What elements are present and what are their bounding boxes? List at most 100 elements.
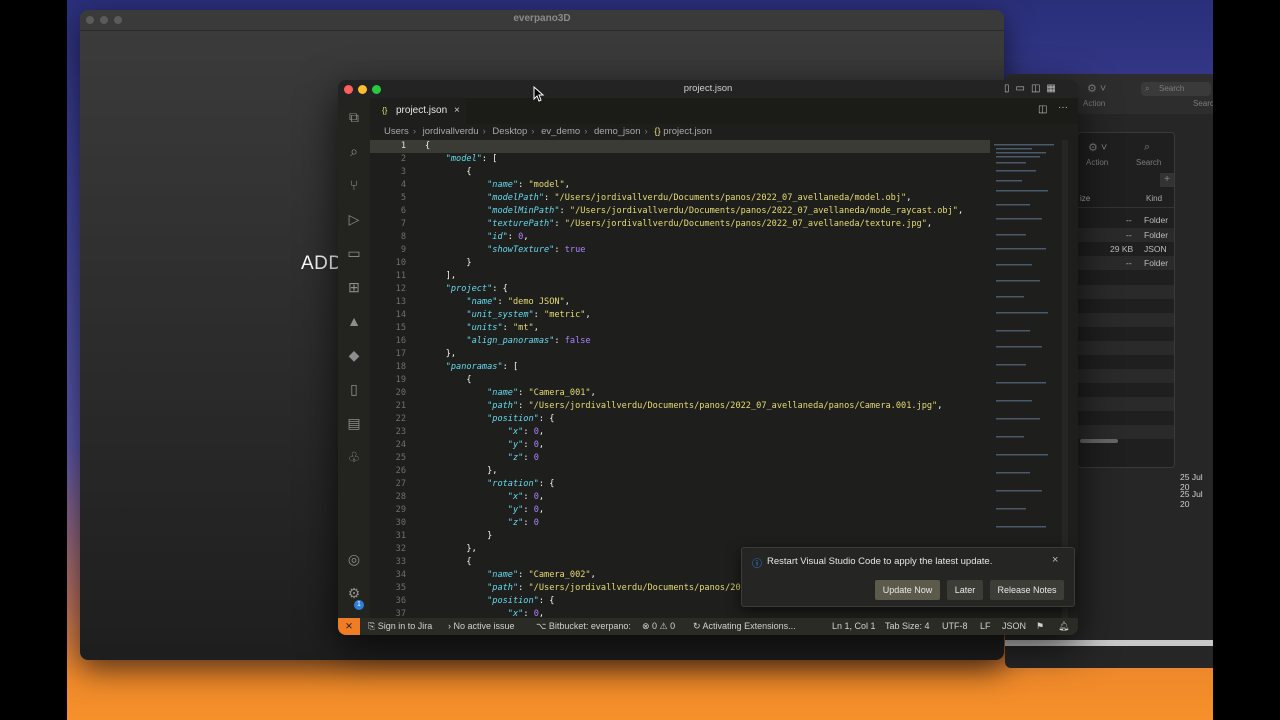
bitbucket-label: Bitbucket: everpano: bbox=[548, 621, 631, 631]
code-line: 10 } bbox=[395, 258, 472, 268]
bitbucket-status[interactable]: ⌥ Bitbucket: everpano: bbox=[536, 618, 631, 635]
panel-action-label: Action bbox=[1086, 158, 1109, 167]
tab-project-json[interactable]: {} project.json × bbox=[370, 98, 466, 124]
update-notification: ⓘ Restart Visual Studio Code to apply th… bbox=[741, 547, 1075, 607]
add-text[interactable]: ADD bbox=[301, 253, 343, 275]
close-notification-icon[interactable]: × bbox=[1052, 554, 1058, 566]
more-actions-icon[interactable]: ··· bbox=[1058, 102, 1068, 113]
code-line: 24 "y": 0, bbox=[395, 440, 545, 450]
explorer-icon[interactable]: ⧉ bbox=[345, 108, 363, 126]
code-line: 3 { bbox=[400, 167, 472, 177]
code-line: 5 "modelPath": "/Users/jordivallverdu/Do… bbox=[400, 193, 912, 203]
code-line: 20 "name": "Camera_001", bbox=[395, 388, 596, 398]
list-item[interactable]: -- Folder bbox=[1078, 256, 1174, 270]
extensions-icon[interactable]: ⊞ bbox=[345, 278, 363, 296]
code-line: 31 } bbox=[395, 531, 493, 541]
row-size: -- bbox=[1126, 230, 1132, 240]
row-size: -- bbox=[1126, 258, 1132, 268]
breadcrumb-item[interactable]: Desktop bbox=[492, 126, 527, 137]
empty-row bbox=[1078, 369, 1174, 383]
later-button[interactable]: Later bbox=[947, 580, 983, 600]
action-icon[interactable]: ⚙ ˅ bbox=[1087, 82, 1106, 95]
panels-icon[interactable]: ▤ bbox=[345, 414, 363, 432]
remote-indicator-icon[interactable]: ⨯ bbox=[338, 618, 360, 635]
release-notes-button[interactable]: Release Notes bbox=[990, 580, 1064, 600]
window-title: project.json bbox=[683, 83, 733, 94]
breadcrumb-item[interactable]: demo_json bbox=[594, 126, 640, 137]
row-size: 29 KB bbox=[1110, 244, 1134, 254]
feedback-icon[interactable]: ⚑ bbox=[1036, 618, 1044, 635]
atlassian-icon[interactable]: ▲ bbox=[345, 312, 363, 330]
active-issue[interactable]: › No active issue bbox=[448, 618, 515, 635]
source-control-icon[interactable]: ⑂ bbox=[345, 176, 363, 194]
code-line: 27 "rotation": { bbox=[395, 479, 555, 489]
code-line: 6 "modelMinPath": "/Users/jordivallverdu… bbox=[400, 206, 964, 216]
close-tab-icon[interactable]: × bbox=[454, 98, 460, 124]
book-icon[interactable]: ▯ bbox=[345, 380, 363, 398]
code-line: 23 "x": 0, bbox=[395, 427, 545, 437]
encoding[interactable]: UTF-8 bbox=[942, 618, 968, 635]
sign-in-jira[interactable]: ⎘ Sign in to Jira bbox=[368, 618, 432, 635]
code-line: 11 ], bbox=[395, 271, 457, 281]
code-line: 28 "x": 0, bbox=[395, 492, 545, 502]
line-ending[interactable]: LF bbox=[980, 618, 991, 635]
split-editor-icon[interactable]: ◫ bbox=[1038, 104, 1047, 115]
jira-label: Sign in to Jira bbox=[377, 621, 433, 631]
issue-label: No active issue bbox=[453, 621, 515, 631]
panel-search-icon[interactable]: ⌕ bbox=[1144, 141, 1150, 154]
horizontal-scrollbar[interactable] bbox=[1080, 439, 1118, 443]
bottom-bar bbox=[1005, 640, 1213, 646]
code-line: 37 "x": 0, bbox=[395, 609, 545, 618]
extensions-status[interactable]: ↻ Activating Extensions... bbox=[693, 618, 796, 635]
date-modified: 25 Jul 20 bbox=[1180, 489, 1203, 509]
breadcrumb-item[interactable]: Users bbox=[384, 126, 409, 137]
tab-size[interactable]: Tab Size: 4 bbox=[885, 618, 930, 635]
code-line: 9 "showTexture": true bbox=[400, 245, 586, 255]
row-size: -- bbox=[1126, 215, 1132, 225]
search-icon[interactable]: ⌕ bbox=[345, 142, 363, 160]
kind-column[interactable]: Kind bbox=[1146, 194, 1162, 203]
cursor-position[interactable]: Ln 1, Col 1 bbox=[832, 618, 876, 635]
finder-panel: ⚙ ˅ Action ⌕ Search + ize Kind -- Folder… bbox=[1077, 132, 1175, 468]
language-mode[interactable]: JSON bbox=[1002, 618, 1026, 635]
panel-action-icon[interactable]: ⚙ ˅ bbox=[1088, 141, 1107, 154]
remote-explorer-icon[interactable]: ▭ bbox=[345, 244, 363, 262]
notifications-bell-icon[interactable]: 🔔︎ bbox=[1058, 618, 1069, 635]
status-bar: ⨯ ⎘ Sign in to Jira › No active issue ⌥ … bbox=[338, 618, 1078, 635]
code-line: 7 "texturePath": "/Users/jordivallverdu/… bbox=[400, 219, 933, 229]
everpano-title: everpano3D bbox=[513, 13, 571, 24]
code-line: 21 "path": "/Users/jordivallverdu/Docume… bbox=[395, 401, 943, 411]
search-placeholder: Search bbox=[1159, 84, 1185, 93]
row-kind: Folder bbox=[1144, 258, 1169, 268]
row-kind: JSON bbox=[1144, 244, 1167, 254]
code-line: 18 "panoramas": [ bbox=[395, 362, 519, 372]
run-debug-icon[interactable]: ▷ bbox=[345, 210, 363, 228]
mouse-cursor-icon bbox=[533, 86, 545, 102]
add-icon[interactable]: + bbox=[1160, 173, 1174, 187]
account-icon[interactable]: ◎ bbox=[345, 550, 363, 568]
code-line: 15 "units": "mt", bbox=[395, 323, 539, 333]
list-item[interactable]: -- Folder bbox=[1078, 228, 1174, 242]
list-item[interactable]: 29 KB JSON bbox=[1078, 242, 1174, 256]
layout-toggle-icons[interactable]: ▯▭◫▦ bbox=[1004, 83, 1062, 94]
empty-row bbox=[1078, 313, 1174, 327]
code-line: 29 "y": 0, bbox=[395, 505, 545, 515]
breadcrumb-item[interactable]: jordivallverdu bbox=[423, 126, 479, 137]
code-line: 22 "position": { bbox=[395, 414, 555, 424]
update-now-button[interactable]: Update Now bbox=[875, 580, 940, 600]
size-column[interactable]: ize bbox=[1080, 194, 1090, 203]
empty-row bbox=[1078, 397, 1174, 411]
json-file-icon: {} bbox=[654, 126, 661, 137]
finder-search-field[interactable]: ⌕ Search bbox=[1141, 82, 1211, 96]
code-line: 8 "id": 0, bbox=[400, 232, 529, 242]
problems-indicator[interactable]: ⊗ 0 ⚠ 0 bbox=[642, 618, 675, 635]
notification-message: Restart Visual Studio Code to apply the … bbox=[767, 556, 993, 567]
list-item[interactable]: -- Folder bbox=[1078, 213, 1174, 227]
breadcrumb-item[interactable]: ev_demo bbox=[541, 126, 580, 137]
breadcrumb-item[interactable]: project.json bbox=[663, 126, 712, 137]
tree-icon[interactable]: ♧ bbox=[345, 448, 363, 466]
vscode-window: project.json ▯▭◫▦ ⧉ ⌕ ⑂ ▷ ▭ ⊞ ▲ ◆ ▯ ▤ ♧ … bbox=[338, 80, 1078, 635]
info-icon: ⓘ bbox=[752, 559, 762, 570]
docker-icon[interactable]: ◆ bbox=[345, 346, 363, 364]
code-line: 4 "name": "model", bbox=[400, 180, 570, 190]
